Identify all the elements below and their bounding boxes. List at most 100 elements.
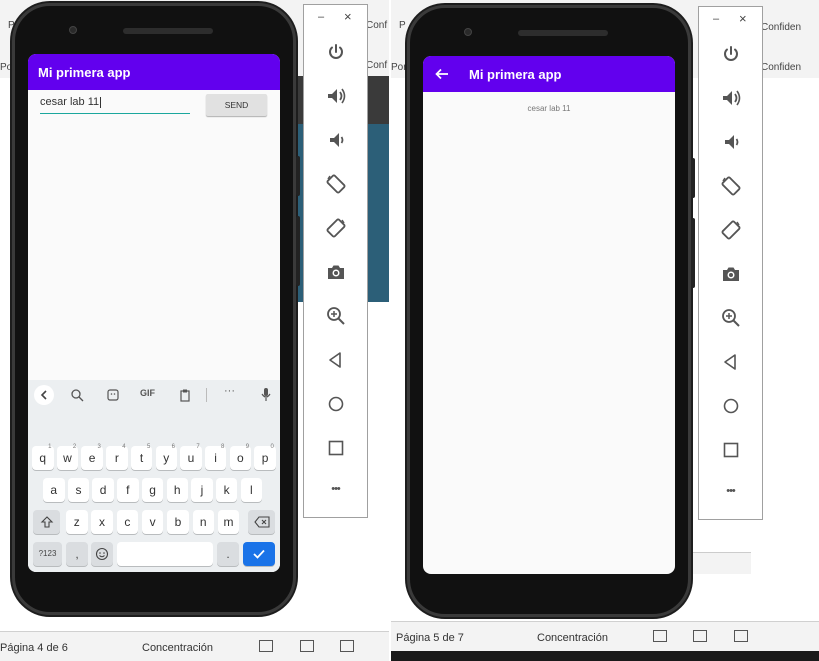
key-q[interactable]: q1 bbox=[32, 444, 54, 470]
key-o[interactable]: o9 bbox=[229, 444, 252, 470]
send-button[interactable]: SEND bbox=[206, 94, 267, 116]
back-arrow-icon[interactable] bbox=[433, 65, 451, 83]
app-bar: Mi primera app bbox=[423, 56, 675, 92]
key-m[interactable]: m bbox=[217, 510, 240, 534]
side-button-volume bbox=[691, 218, 695, 288]
key-r[interactable]: r4 bbox=[106, 444, 128, 470]
volume-up-icon[interactable] bbox=[720, 87, 742, 109]
key-j[interactable]: j bbox=[191, 478, 213, 502]
power-icon[interactable] bbox=[325, 41, 347, 63]
phone-screen: Mi primera app cesar lab 11 bbox=[423, 56, 675, 574]
more-icon[interactable]: ••• bbox=[304, 483, 367, 495]
web-layout-icon[interactable] bbox=[340, 640, 354, 652]
read-mode-icon[interactable] bbox=[259, 640, 273, 652]
key-f[interactable]: f bbox=[117, 478, 139, 502]
key-period[interactable]: . bbox=[217, 542, 239, 566]
print-layout-icon[interactable] bbox=[693, 630, 707, 642]
chevron-left-icon bbox=[40, 390, 47, 400]
key-p[interactable]: p0 bbox=[254, 444, 276, 470]
volume-up-icon[interactable] bbox=[325, 85, 347, 107]
key-shift[interactable] bbox=[33, 510, 60, 534]
keyboard-collapse-button[interactable] bbox=[34, 385, 54, 405]
word-status-bar: Página 5 de 7 Concentración bbox=[391, 621, 819, 651]
close-button[interactable]: × bbox=[344, 9, 352, 24]
volume-down-icon[interactable] bbox=[720, 131, 742, 153]
front-camera bbox=[69, 26, 77, 34]
key-comma[interactable]: , bbox=[66, 542, 88, 566]
overview-icon[interactable] bbox=[325, 437, 347, 459]
camera-icon[interactable] bbox=[720, 263, 742, 285]
key-d[interactable]: d bbox=[92, 478, 114, 502]
key-number-hint: 8 bbox=[221, 444, 225, 450]
home-icon[interactable] bbox=[325, 393, 347, 415]
focus-mode-label[interactable]: Concentración bbox=[142, 642, 213, 654]
more-options-icon[interactable]: ··· bbox=[224, 385, 235, 397]
key-w[interactable]: w2 bbox=[56, 444, 79, 470]
sticker-icon[interactable] bbox=[106, 388, 120, 402]
key-number-hint: 3 bbox=[97, 444, 101, 450]
key-t[interactable]: t5 bbox=[130, 444, 153, 470]
key-i[interactable]: i8 bbox=[204, 444, 227, 470]
key-emoji[interactable] bbox=[91, 542, 113, 566]
message-input-value: cesar lab 11 bbox=[40, 96, 100, 108]
back-icon[interactable] bbox=[720, 351, 742, 373]
key-u[interactable]: u7 bbox=[180, 444, 202, 470]
key-z[interactable]: z bbox=[66, 510, 88, 534]
focus-mode-label[interactable]: Concentración bbox=[537, 632, 608, 644]
minimize-button[interactable]: – bbox=[318, 11, 324, 23]
read-mode-icon[interactable] bbox=[653, 630, 667, 642]
more-icon[interactable]: ••• bbox=[699, 485, 762, 497]
back-icon[interactable] bbox=[325, 349, 347, 371]
clipboard-icon[interactable] bbox=[178, 388, 192, 402]
rotate-right-icon[interactable] bbox=[325, 217, 347, 239]
overview-icon[interactable] bbox=[720, 439, 742, 461]
key-s[interactable]: s bbox=[67, 478, 90, 502]
web-layout-icon[interactable] bbox=[734, 630, 748, 642]
shift-icon bbox=[40, 516, 53, 528]
gif-button[interactable]: GIF bbox=[140, 388, 155, 398]
key-label: w bbox=[63, 451, 72, 465]
rotate-right-icon[interactable] bbox=[720, 219, 742, 241]
key-h[interactable]: h bbox=[166, 478, 188, 502]
volume-down-icon[interactable] bbox=[325, 129, 347, 151]
keyboard-toolbar: GIF ··· bbox=[28, 380, 280, 410]
key-enter[interactable] bbox=[243, 542, 275, 566]
key-v[interactable]: v bbox=[141, 510, 164, 534]
camera-icon[interactable] bbox=[325, 261, 347, 283]
phone-screen: Mi primera app cesar lab 11 SEND GIF ··· bbox=[28, 54, 280, 572]
minimize-button[interactable]: – bbox=[713, 13, 719, 25]
app-title: Mi primera app bbox=[469, 67, 562, 82]
key-backspace[interactable] bbox=[248, 510, 275, 534]
emoji-icon bbox=[95, 547, 109, 561]
key-number-hint: 9 bbox=[245, 444, 250, 450]
key-label: t bbox=[139, 451, 144, 465]
rotate-left-icon[interactable] bbox=[325, 173, 347, 195]
zoom-icon[interactable] bbox=[720, 307, 742, 329]
key-k[interactable]: k bbox=[215, 478, 238, 502]
key-number-hint: 7 bbox=[196, 444, 200, 450]
key-e[interactable]: e3 bbox=[81, 444, 103, 470]
search-icon[interactable] bbox=[70, 388, 84, 402]
zoom-icon[interactable] bbox=[325, 305, 347, 327]
app-bar: Mi primera app bbox=[28, 54, 280, 90]
phone-frame: Mi primera app cesar lab 11 SEND GIF ··· bbox=[12, 3, 300, 615]
key-label: p bbox=[261, 451, 269, 465]
print-layout-icon[interactable] bbox=[300, 640, 314, 652]
key-a[interactable]: a bbox=[43, 478, 65, 502]
message-input[interactable]: cesar lab 11 bbox=[40, 96, 190, 114]
key-l[interactable]: l bbox=[240, 478, 263, 502]
home-icon[interactable] bbox=[720, 395, 742, 417]
key-symbols[interactable]: ?123 bbox=[33, 542, 62, 566]
key-x[interactable]: x bbox=[91, 510, 113, 534]
close-button[interactable]: × bbox=[739, 11, 747, 26]
key-space[interactable] bbox=[117, 542, 213, 566]
microphone-icon[interactable] bbox=[260, 387, 272, 403]
key-b[interactable]: b bbox=[167, 510, 189, 534]
key-c[interactable]: c bbox=[116, 510, 139, 534]
rotate-left-icon[interactable] bbox=[720, 175, 742, 197]
key-label: y bbox=[163, 451, 170, 465]
key-n[interactable]: n bbox=[192, 510, 214, 534]
key-g[interactable]: g bbox=[141, 478, 164, 502]
key-y[interactable]: y6 bbox=[155, 444, 177, 470]
power-icon[interactable] bbox=[720, 43, 742, 65]
